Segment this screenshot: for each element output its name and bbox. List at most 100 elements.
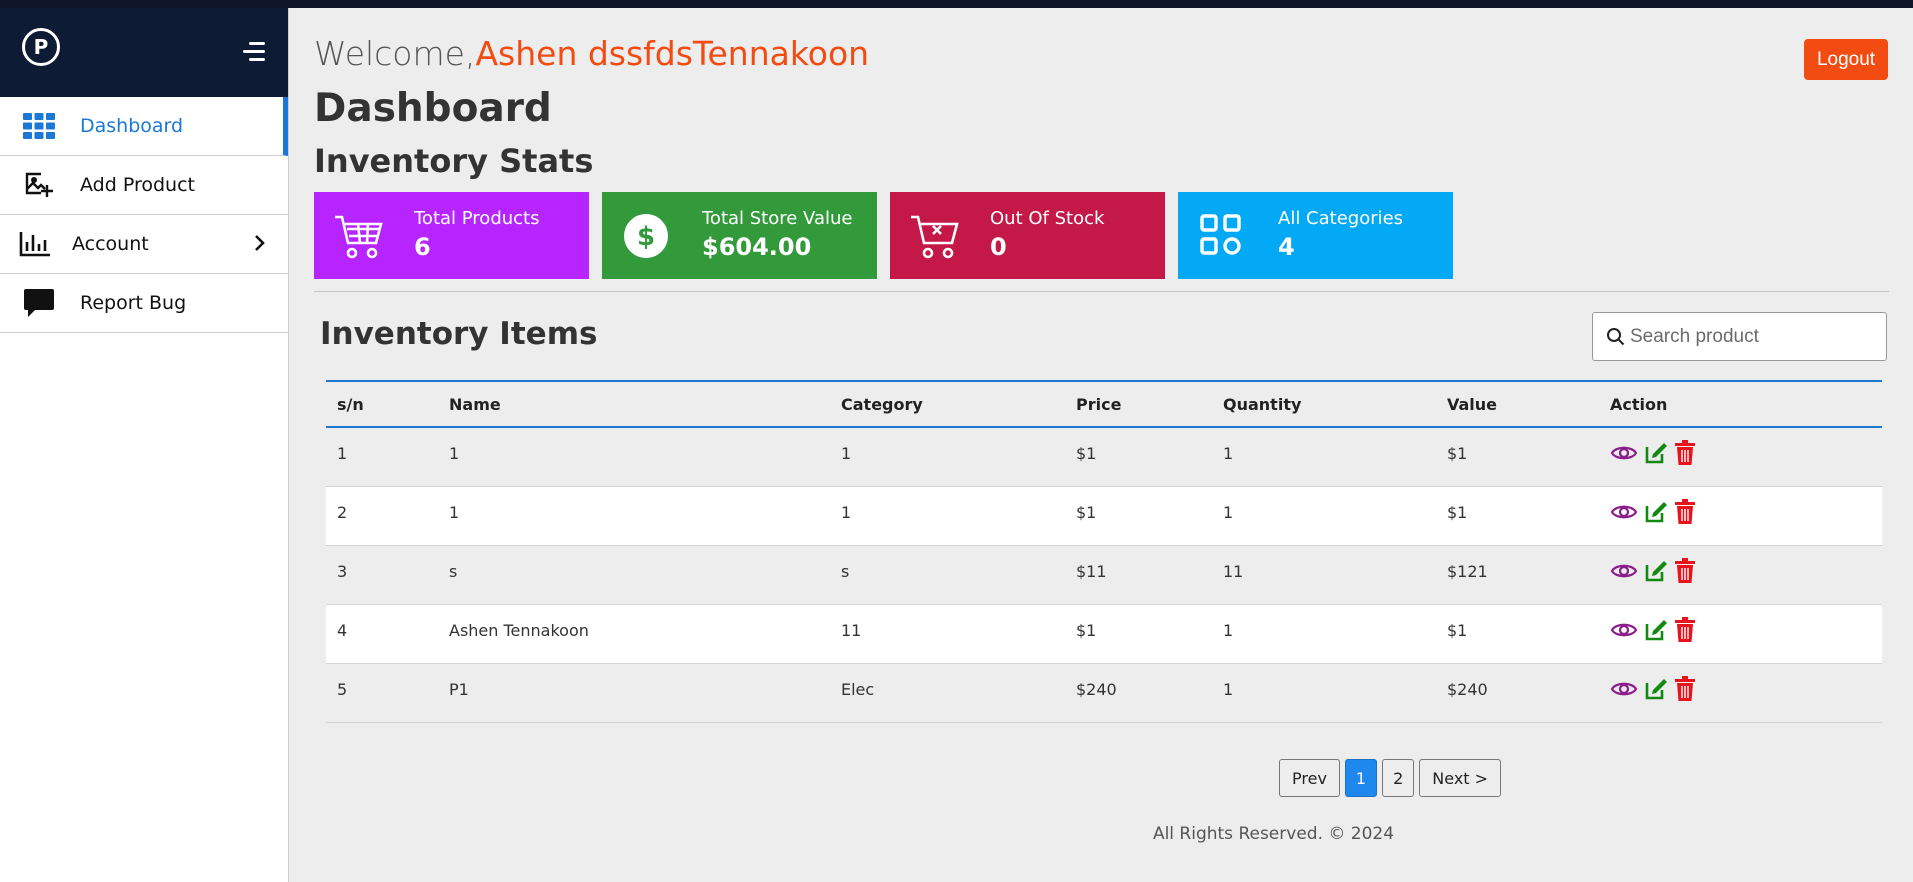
edit-icon[interactable] <box>1644 677 1668 701</box>
stat-label: Total Products <box>414 208 540 229</box>
stats-title: Inventory Stats <box>314 142 594 180</box>
cell-name: s <box>438 545 830 605</box>
table-row: 4 Ashen Tennakoon 11 $1 1 $1 <box>326 604 1882 664</box>
main-content: Welcome,Ashen dssfdsTennakoon Logout Das… <box>289 8 1913 882</box>
sidebar-item-report-bug[interactable]: Report Bug <box>0 274 288 333</box>
cell-name: P1 <box>438 663 830 723</box>
user-name: Ashen dssfdsTennakoon <box>475 34 870 73</box>
logo[interactable]: P <box>22 28 60 66</box>
cell-quantity: 1 <box>1212 427 1436 487</box>
cell-sn: 2 <box>326 486 438 546</box>
cell-action <box>1599 545 1882 605</box>
stat-card-out-of-stock: Out Of Stock 0 <box>890 192 1165 279</box>
chat-bubble-icon <box>22 287 56 319</box>
sidebar-item-account[interactable]: Account <box>0 215 288 274</box>
welcome-message: Welcome,Ashen dssfdsTennakoon <box>314 34 869 73</box>
footer-text: All Rights Reserved. © 2024 <box>1152 824 1395 844</box>
search-box <box>1592 312 1887 361</box>
view-icon[interactable] <box>1610 502 1638 522</box>
table-row: 2 1 1 $1 1 $1 <box>326 486 1882 546</box>
stat-label: All Categories <box>1278 208 1404 229</box>
inventory-table: s/n Name Category Price Quantity Value A… <box>326 380 1882 723</box>
table-row: 5 P1 Elec $240 1 $240 <box>326 663 1882 723</box>
cell-name: 1 <box>438 486 830 546</box>
stat-label: Total Store Value <box>702 208 853 229</box>
table-row: 3 s s $11 11 $121 <box>326 545 1882 605</box>
logout-button[interactable]: Logout <box>1804 39 1888 80</box>
search-icon <box>1606 327 1626 351</box>
delete-icon[interactable] <box>1674 557 1696 584</box>
edit-icon[interactable] <box>1644 441 1668 465</box>
cell-action <box>1599 663 1882 723</box>
svg-text:$: $ <box>637 222 655 252</box>
menu-toggle-icon[interactable] <box>243 42 265 64</box>
cell-action <box>1599 427 1882 487</box>
stat-label: Out Of Stock <box>990 208 1105 229</box>
stat-card-total-store-value: $ Total Store Value $604.00 <box>602 192 877 279</box>
sidebar-item-add-product[interactable]: Add Product <box>0 156 288 215</box>
view-icon[interactable] <box>1610 561 1638 581</box>
cell-price: $240 <box>1065 663 1212 723</box>
cell-price: $1 <box>1065 427 1212 487</box>
pagination: Prev 1 2 Next > <box>1279 759 1502 797</box>
view-icon[interactable] <box>1610 679 1638 699</box>
cell-price: $11 <box>1065 545 1212 605</box>
page-button[interactable]: 2 <box>1382 759 1415 797</box>
stat-card-all-categories: All Categories 4 <box>1178 192 1453 279</box>
delete-icon[interactable] <box>1674 498 1696 525</box>
stat-value: $604.00 <box>702 233 812 261</box>
view-icon[interactable] <box>1610 443 1638 463</box>
stat-value: 4 <box>1278 233 1295 261</box>
stat-value: 0 <box>990 233 1007 261</box>
cell-name: 1 <box>438 427 830 487</box>
cell-value: $1 <box>1436 427 1599 487</box>
divider <box>314 291 1889 292</box>
column-header: Action <box>1610 394 1668 414</box>
sidebar-item-label: Add Product <box>80 174 195 196</box>
delete-icon[interactable] <box>1674 675 1696 702</box>
bar-chart-icon <box>18 228 52 260</box>
cell-price: $1 <box>1065 486 1212 546</box>
inventory-title: Inventory Items <box>320 316 598 352</box>
cell-sn: 4 <box>326 604 438 664</box>
column-header[interactable]: Price <box>1065 381 1212 427</box>
cell-action <box>1599 486 1882 546</box>
cell-value: $121 <box>1436 545 1599 605</box>
sidebar-item-label: Report Bug <box>80 292 187 314</box>
delete-icon[interactable] <box>1674 616 1696 643</box>
edit-icon[interactable] <box>1644 500 1668 524</box>
cell-category: Elec <box>830 663 1065 723</box>
delete-icon[interactable] <box>1674 440 1696 466</box>
page-button[interactable]: 1 <box>1344 759 1378 797</box>
cart-icon <box>334 212 384 260</box>
cell-quantity: 1 <box>1212 663 1436 723</box>
sidebar: P Dashboard Add Product Account Report B… <box>0 8 289 882</box>
chevron-right-icon[interactable] <box>254 234 266 257</box>
search-input[interactable] <box>1630 321 1875 353</box>
cell-sn: 1 <box>326 427 438 487</box>
column-header[interactable]: Quantity <box>1212 381 1436 427</box>
prev-page-button[interactable]: Prev <box>1279 759 1340 797</box>
cell-quantity: 1 <box>1212 486 1436 546</box>
cart-x-icon <box>910 212 960 260</box>
cell-sn: 3 <box>326 545 438 605</box>
column-header[interactable]: s/n <box>326 381 438 427</box>
cell-action <box>1599 604 1882 664</box>
next-page-button[interactable]: Next > <box>1419 759 1502 797</box>
view-icon[interactable] <box>1610 620 1638 640</box>
sidebar-header: P <box>0 8 288 97</box>
edit-icon[interactable] <box>1644 559 1668 583</box>
cell-quantity: 11 <box>1212 545 1436 605</box>
stat-card-total-products: Total Products 6 <box>314 192 589 279</box>
table-header-row: s/n Name Category Price Quantity Value A… <box>326 381 1882 427</box>
column-header[interactable]: Name <box>438 381 830 427</box>
sidebar-item-label: Dashboard <box>80 115 184 137</box>
column-header[interactable]: Category <box>830 381 1065 427</box>
column-header[interactable]: Value <box>1436 381 1599 427</box>
edit-icon[interactable] <box>1644 618 1668 642</box>
cell-category: 1 <box>830 427 1065 487</box>
cell-name: Ashen Tennakoon <box>438 604 830 664</box>
app-window: P Dashboard Add Product Account Report B… <box>0 8 1913 882</box>
cell-value: $1 <box>1436 486 1599 546</box>
sidebar-item-dashboard[interactable]: Dashboard <box>0 97 288 156</box>
